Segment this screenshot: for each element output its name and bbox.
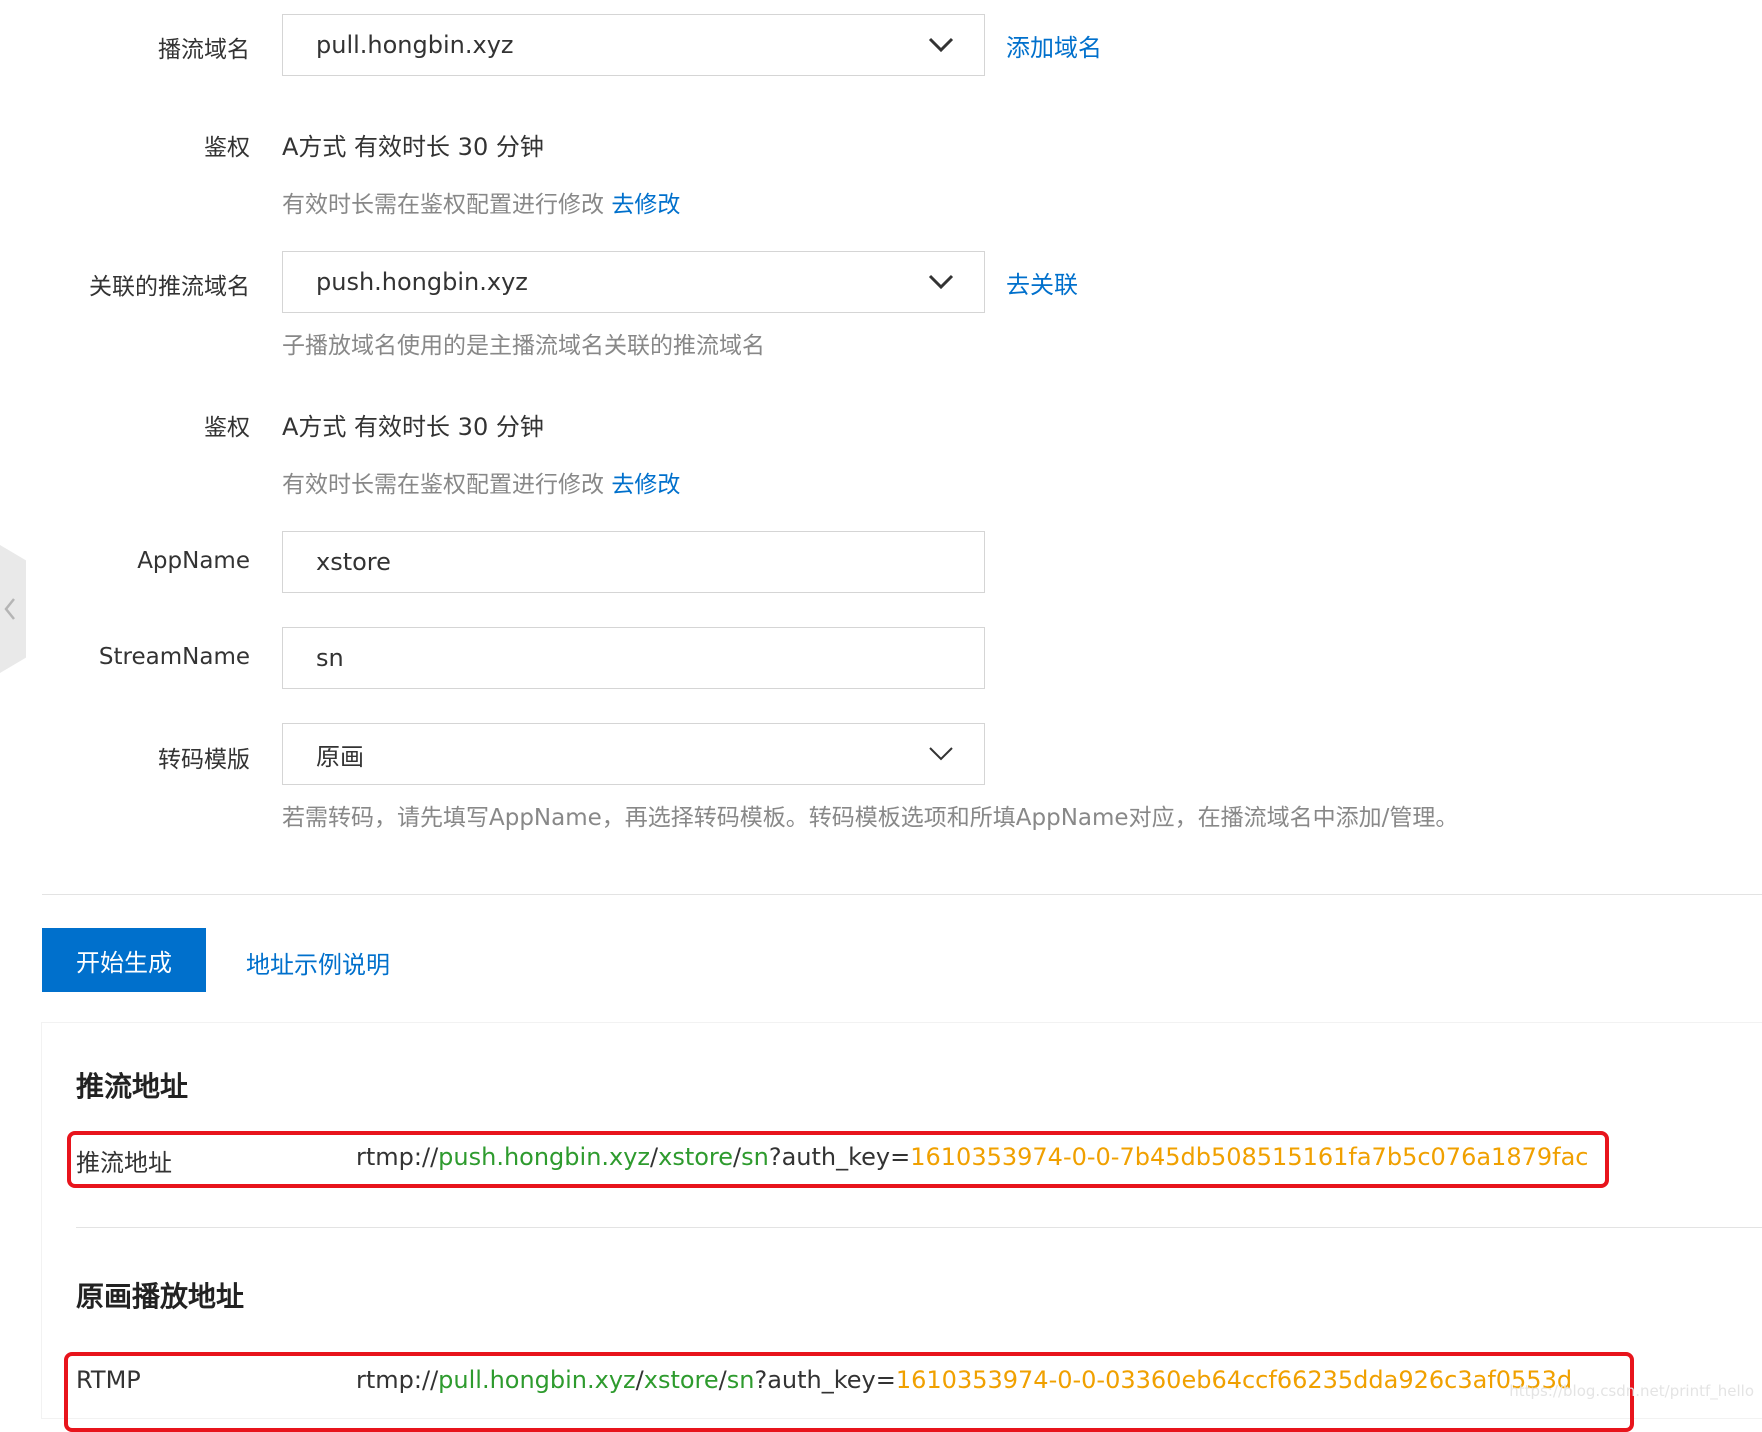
auth-value: A方式 有效时长 30 分钟 [282, 133, 544, 161]
app-name-label: AppName [137, 548, 250, 574]
push-address-url[interactable]: rtmp://push.hongbin.xyz/xstore/sn?auth_k… [356, 1143, 1588, 1171]
push-address-label: 推流地址 [76, 1149, 172, 1177]
play-address-label: RTMP [76, 1366, 141, 1394]
push-domain-select[interactable]: push.hongbin.xyz [282, 251, 985, 313]
url-stream: sn [726, 1366, 755, 1394]
chevron-down-icon [928, 274, 954, 290]
url-domain: pull.hongbin.xyz [438, 1366, 636, 1394]
stream-name-label: StreamName [98, 644, 250, 670]
url-app: xstore [643, 1366, 719, 1394]
auth-hint-text: 有效时长需在鉴权配置进行修改 [282, 472, 604, 498]
watermark: https://blog.csdn.net/printf_hello [1509, 1382, 1754, 1400]
url-query: ?auth_key= [754, 1366, 896, 1394]
play-address-title: 原画播放地址 [76, 1280, 245, 1313]
url-auth-key: 1610353974-0-0-7b45db508515161fa7b5c076a… [910, 1143, 1589, 1171]
auth-label: 鉴权 [204, 415, 250, 441]
auth-value: A方式 有效时长 30 分钟 [282, 413, 544, 441]
url-separator: / [718, 1366, 727, 1394]
chevron-down-icon [928, 37, 954, 53]
associate-link[interactable]: 去关联 [1006, 265, 1078, 300]
pull-domain-value: pull.hongbin.xyz [316, 31, 514, 59]
url-domain: push.hongbin.xyz [438, 1143, 651, 1171]
transcode-value: 原画 [316, 742, 364, 771]
url-separator: / [635, 1366, 644, 1394]
url-app: xstore [658, 1143, 734, 1171]
auth-modify-link[interactable]: 去修改 [611, 192, 680, 218]
transcode-select[interactable]: 原画 [282, 723, 985, 785]
section-divider [42, 894, 1762, 895]
play-address-url[interactable]: rtmp://pull.hongbin.xyz/xstore/sn?auth_k… [356, 1366, 1572, 1394]
url-separator: / [650, 1143, 659, 1171]
chevron-left-icon [4, 598, 15, 620]
auth-hint: 有效时长需在鉴权配置进行修改 去修改 [282, 185, 680, 219]
push-domain-hint: 子播放域名使用的是主播流域名关联的推流域名 [282, 333, 765, 359]
chevron-down-icon [929, 747, 953, 761]
sidebar-collapse-tab[interactable] [0, 545, 26, 673]
app-name-input[interactable]: xstore [282, 531, 985, 593]
push-address-title: 推流地址 [76, 1070, 189, 1103]
add-domain-link[interactable]: 添加域名 [1006, 28, 1102, 63]
result-panel: 推流地址 推流地址 rtmp://push.hongbin.xyz/xstore… [42, 1023, 1762, 1432]
url-separator: / [733, 1143, 742, 1171]
stream-name-input[interactable]: sn [282, 627, 985, 689]
pull-domain-label: 播流域名 [158, 37, 250, 63]
auth-modify-link[interactable]: 去修改 [611, 472, 680, 498]
results-divider [76, 1227, 1762, 1228]
url-scheme: rtmp:// [356, 1143, 439, 1171]
auth-label: 鉴权 [204, 135, 250, 161]
address-example-link[interactable]: 地址示例说明 [246, 945, 390, 980]
url-stream: sn [741, 1143, 769, 1171]
app-name-value: xstore [316, 548, 391, 576]
stream-name-value: sn [316, 644, 344, 672]
url-scheme: rtmp:// [356, 1366, 439, 1394]
pull-domain-select[interactable]: pull.hongbin.xyz [282, 14, 985, 76]
auth-hint: 有效时长需在鉴权配置进行修改 去修改 [282, 465, 680, 499]
push-domain-value: push.hongbin.xyz [316, 268, 528, 296]
push-domain-label: 关联的推流域名 [89, 274, 250, 300]
transcode-label: 转码模版 [158, 747, 250, 773]
generate-button[interactable]: 开始生成 [42, 928, 206, 992]
url-query: ?auth_key= [768, 1143, 911, 1171]
transcode-hint: 若需转码，请先填写AppName，再选择转码模板。转码模板选项和所填AppNam… [282, 805, 1459, 831]
url-auth-key: 1610353974-0-0-03360eb64ccf66235dda926c3… [895, 1366, 1573, 1394]
auth-hint-text: 有效时长需在鉴权配置进行修改 [282, 192, 604, 218]
